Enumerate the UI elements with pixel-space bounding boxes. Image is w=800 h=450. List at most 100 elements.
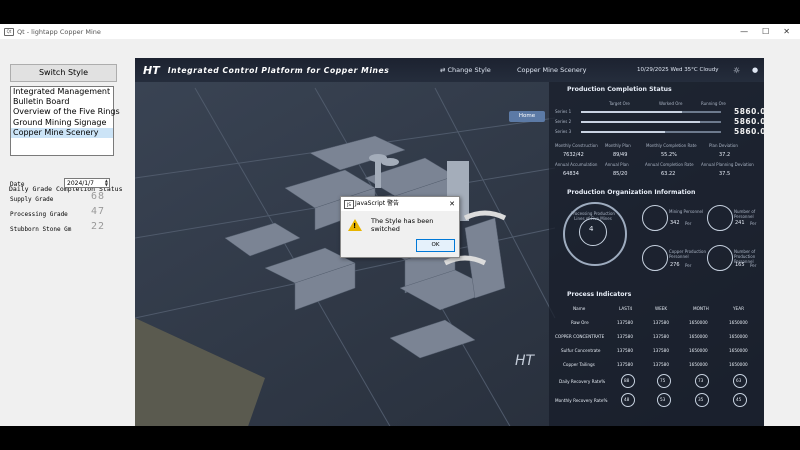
gauge-value: 35 xyxy=(698,397,704,402)
metric-value: 55.2% xyxy=(661,152,677,158)
date-input[interactable]: 2024/1/7 ▲ ▼ xyxy=(64,178,110,188)
node-unit: Per xyxy=(685,263,692,268)
dialog-close-icon[interactable]: ✕ xyxy=(449,197,455,211)
series-value: 5860.0 xyxy=(734,127,764,136)
gauge-value: 75 xyxy=(660,378,666,383)
table-cell: 1650000 xyxy=(689,334,708,339)
style-name: Copper Mine Scenery xyxy=(517,66,587,74)
maximize-button[interactable]: ☐ xyxy=(762,27,769,36)
metric-value: 85/20 xyxy=(613,171,628,177)
table-cell: 137580 xyxy=(653,334,669,339)
dialog-title: JavaScript 警告 xyxy=(355,200,399,207)
series-bar-fill xyxy=(581,121,700,123)
date-value: 2024/1/7 xyxy=(67,180,94,187)
svg-text:HT: HT xyxy=(515,353,536,369)
legend-target: Target Ore xyxy=(609,101,630,106)
user-icon[interactable]: ● xyxy=(752,66,758,74)
metric-value: 37.2 xyxy=(719,152,731,158)
table-cell: 1650000 xyxy=(729,334,748,339)
table-cell: 137580 xyxy=(617,348,633,353)
series-name: Series 2 xyxy=(555,119,572,124)
node-label: Number of Personnel xyxy=(734,209,756,219)
table-cell: 1650000 xyxy=(689,348,708,353)
spinner-icon[interactable]: ▲ ▼ xyxy=(105,179,108,187)
node-unit: Per xyxy=(750,221,757,226)
metric-value: 63.22 xyxy=(661,171,676,177)
change-style-link[interactable]: ⇄ Change Style xyxy=(440,66,491,74)
warning-exclamation: ! xyxy=(353,222,357,230)
table-cell: 1650000 xyxy=(729,362,748,367)
date-label: Date xyxy=(10,181,25,188)
ht-logo: HT xyxy=(143,63,160,77)
close-button[interactable]: ✕ xyxy=(783,27,790,36)
node-ring xyxy=(707,205,733,231)
window-title: Qt - lightapp Copper Mine xyxy=(17,27,101,36)
minimize-button[interactable]: — xyxy=(740,27,748,36)
metric-label: Annual Plan xyxy=(605,162,629,167)
series-name: Series 3 xyxy=(555,129,572,134)
col-header: Name xyxy=(573,306,586,311)
node-ring xyxy=(642,205,668,231)
metric-value: 64834 xyxy=(563,171,579,177)
table-cell: 1650000 xyxy=(729,320,748,325)
supply-grade-display: 68 xyxy=(91,191,106,202)
metric-label: Annual Accumulation xyxy=(555,162,598,167)
table-cell: Raw Ore xyxy=(571,320,589,325)
table-cell: 1650000 xyxy=(729,348,748,353)
title-bar: Qt Qt - lightapp Copper Mine — ☐ ✕ xyxy=(0,24,800,39)
platform-title: Integrated Control Platform for Copper M… xyxy=(167,65,390,75)
list-item[interactable]: Overview of the Five Rings xyxy=(11,107,120,117)
monthly-recovery-label: Monthly Recovery Rate% xyxy=(555,398,608,403)
metric-label: Annual Completion Rate xyxy=(645,162,694,167)
supply-grade-label: Supply Grade xyxy=(10,196,54,203)
home-button[interactable]: Home xyxy=(509,111,545,122)
col-header: MONTH xyxy=(693,306,709,311)
metric-label: Monthly Completion Rate xyxy=(646,143,697,148)
ok-button[interactable]: OK xyxy=(416,239,455,252)
node-unit: Per xyxy=(750,263,757,268)
dialog-message: The Style has been switched xyxy=(371,217,434,233)
node-label: Copper Production Personnel xyxy=(669,249,706,259)
center-label: Processing Production Lines of Five Mine… xyxy=(571,211,615,221)
datetime-weather: 10/29/2025 Wed 35°C Cloudy xyxy=(637,67,719,73)
processing-grade-display: 47 xyxy=(91,206,106,217)
table-cell: 137580 xyxy=(653,362,669,367)
col-header: LAST4 xyxy=(619,306,633,311)
list-item[interactable]: Integrated Management xyxy=(11,87,113,97)
daily-recovery-label: Daily Recovery Rate% xyxy=(559,379,606,384)
node-value: 165 xyxy=(735,262,745,268)
table-cell: 137580 xyxy=(617,320,633,325)
list-item-selected[interactable]: Copper Mine Scenery xyxy=(11,127,113,139)
series-value: 5860.0 xyxy=(734,117,764,126)
app-window: Qt Qt - lightapp Copper Mine — ☐ ✕ Switc… xyxy=(0,24,800,426)
node-value: 276 xyxy=(670,262,680,268)
metric-label: Annual Planning Deviation xyxy=(701,162,754,167)
gauge-value: 45 xyxy=(736,397,742,402)
metric-value: 37.5 xyxy=(719,171,731,177)
center-value: 4 xyxy=(589,225,594,233)
node-label: Mining Personnel xyxy=(669,209,704,214)
gauge-value: 63 xyxy=(736,378,742,383)
col-header: YEAR xyxy=(733,306,744,311)
table-cell: 137580 xyxy=(653,320,669,325)
list-item[interactable]: Ground Mining Signage xyxy=(11,118,113,128)
list-item[interactable]: Bulletin Board xyxy=(11,97,113,107)
switch-style-button[interactable]: Switch Style xyxy=(10,64,117,82)
table-cell: 1650000 xyxy=(689,320,708,325)
gauge-value: 48 xyxy=(624,397,630,402)
col-header: WEEK xyxy=(655,306,668,311)
series-bar-fill xyxy=(581,111,682,113)
stubborn-stone-display: 22 xyxy=(91,221,106,232)
metric-label: Monthly Construction xyxy=(555,143,598,148)
metric-label: Monthly Plan xyxy=(605,143,631,148)
stubborn-stone-label: Stubborn Stone Gm xyxy=(10,226,72,233)
legend-worked: Worked Ore xyxy=(659,101,683,106)
series-name: Series 1 xyxy=(555,109,572,114)
table-cell: COPPER CONCENTRATE xyxy=(555,334,605,339)
table-cell: 137580 xyxy=(617,334,633,339)
style-list[interactable]: Integrated Management Bulletin Board Ove… xyxy=(10,86,120,156)
table-cell: 1650000 xyxy=(689,362,708,367)
node-value: 342 xyxy=(670,220,680,226)
gauge-value: 88 xyxy=(624,378,630,383)
js-icon: JS xyxy=(344,200,354,209)
